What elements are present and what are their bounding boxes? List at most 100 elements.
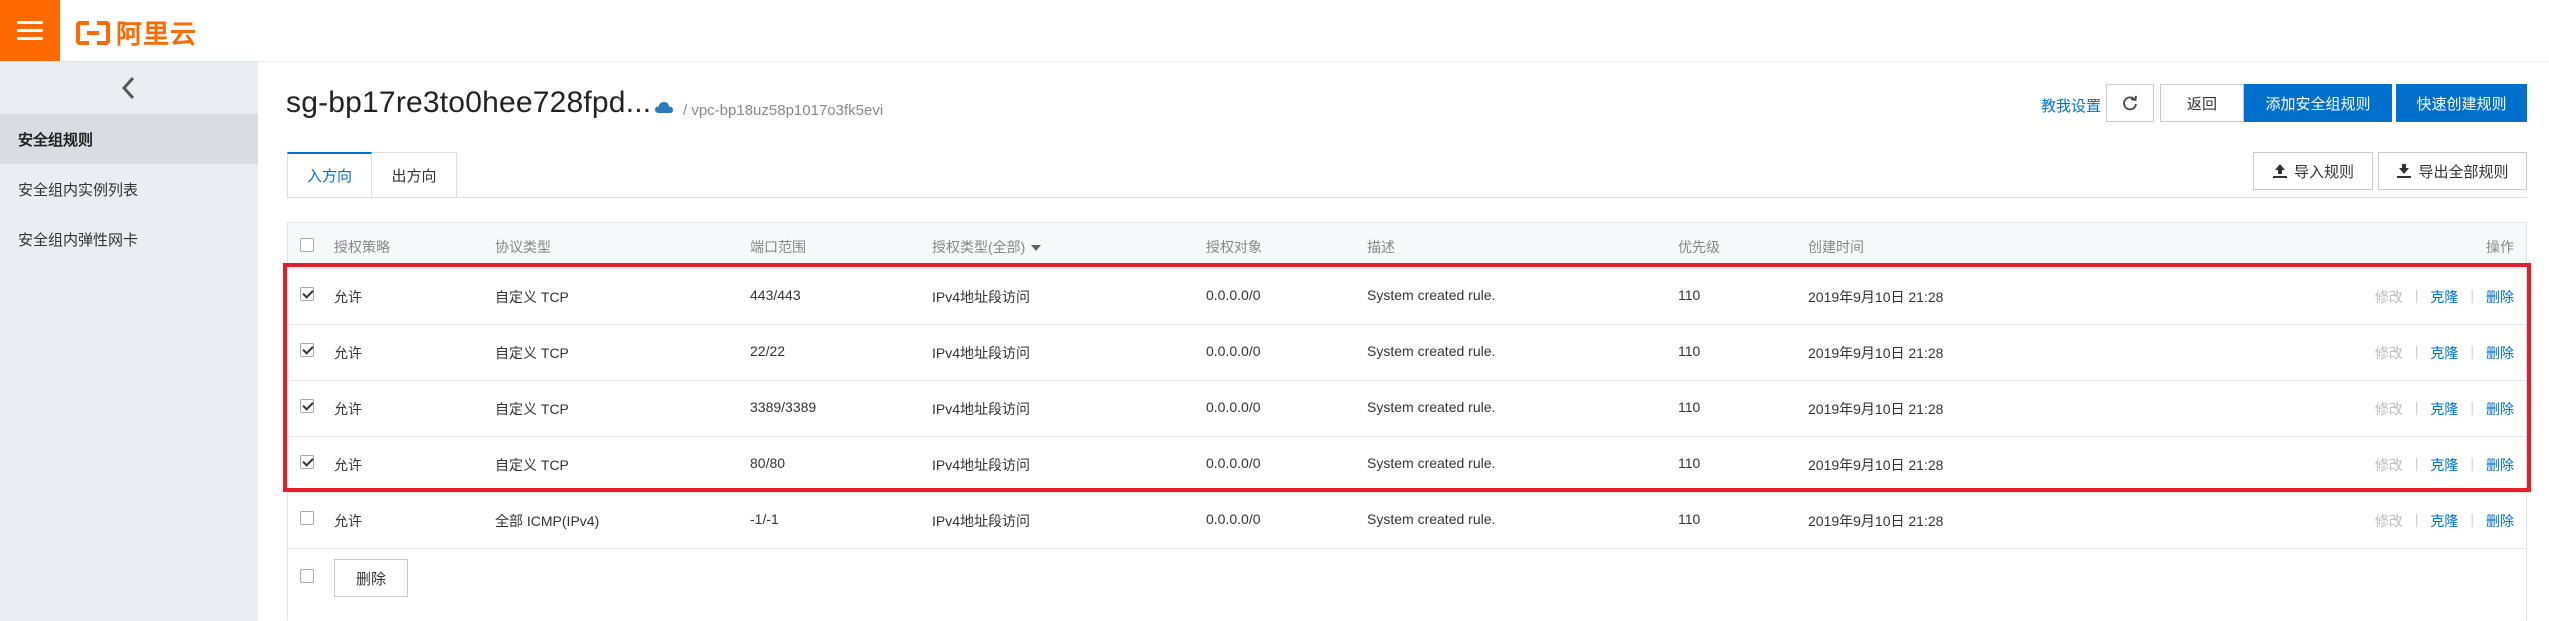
row-actions: 修改 | 克隆 | 删除 (2375, 343, 2514, 363)
cloud-icon (655, 102, 673, 113)
cell-policy: 允许 (334, 401, 362, 417)
export-rules-button[interactable]: 导出全部规则 (2378, 152, 2527, 190)
rules-table: 授权策略 协议类型 端口范围 授权类型(全部) 授权对象 描述 优先级 创建时间… (287, 222, 2527, 620)
cell-protocol: 自定义 TCP (495, 345, 569, 361)
separator: | (2414, 399, 2419, 415)
cell-priority: 110 (1678, 511, 1701, 527)
delete-link[interactable]: 删除 (2486, 287, 2514, 307)
tab-inbound[interactable]: 入方向 (287, 152, 372, 198)
cell-created: 2019年9月10日 21:28 (1808, 457, 1944, 473)
cell-protocol: 自定义 TCP (495, 401, 569, 417)
cell-created: 2019年9月10日 21:28 (1808, 513, 1944, 529)
cell-priority: 110 (1678, 287, 1701, 303)
row-checkbox[interactable] (300, 511, 314, 525)
col-port: 端口范围 (750, 239, 806, 255)
cell-policy: 允许 (334, 289, 362, 305)
cell-port: -1/-1 (750, 511, 779, 527)
back-button[interactable]: 返回 (2160, 84, 2244, 122)
separator: | (2470, 287, 2474, 303)
quick-create-button[interactable]: 快速创建规则 (2396, 84, 2527, 122)
separator: | (2470, 399, 2474, 415)
cell-port: 22/22 (750, 343, 786, 359)
sidebar-item-elastic-nic[interactable]: 安全组内弹性网卡 (0, 214, 258, 264)
clone-link[interactable]: 克隆 (2430, 455, 2458, 475)
table-row: 允许 自定义 TCP 22/22 IPv4地址段访问 0.0.0.0/0 System c… (288, 325, 2526, 381)
row-checkbox[interactable] (300, 399, 314, 413)
refresh-button[interactable] (2106, 84, 2154, 122)
cell-port: 443/443 (750, 287, 801, 303)
bulk-action-bar: 删除 (288, 549, 2526, 621)
logo-text: 阿里云 (116, 19, 198, 49)
top-bar: 阿里云 (0, 0, 2549, 62)
col-priority: 优先级 (1678, 239, 1720, 255)
aliyun-logo[interactable]: 阿里云 (76, 14, 197, 51)
edit-link: 修改 (2374, 289, 2403, 305)
cell-desc: System created rule. (1367, 343, 1496, 359)
tabs-divider (287, 197, 2527, 198)
cell-auth-object: 0.0.0.0/0 (1206, 343, 1261, 359)
aliyun-logo-mark (76, 20, 110, 45)
clone-link[interactable]: 克隆 (2430, 287, 2458, 307)
cell-auth-type: IPv4地址段访问 (932, 457, 1031, 473)
separator: | (2414, 511, 2419, 527)
delete-link[interactable]: 删除 (2486, 511, 2514, 531)
cell-desc: System created rule. (1367, 287, 1496, 303)
cell-priority: 110 (1678, 399, 1701, 415)
cell-auth-type: IPv4地址段访问 (932, 289, 1031, 305)
separator: | (2470, 455, 2474, 471)
cell-policy: 允许 (334, 345, 362, 361)
hamburger-menu-icon[interactable] (0, 0, 60, 61)
col-created: 创建时间 (1808, 239, 1864, 255)
add-rule-button[interactable]: 添加安全组规则 (2244, 84, 2392, 122)
cell-auth-object: 0.0.0.0/0 (1206, 455, 1261, 471)
back-arrow-icon[interactable] (0, 62, 258, 114)
import-rules-button[interactable]: 导入规则 (2253, 152, 2373, 190)
help-link[interactable]: 教我设置 (2041, 95, 2101, 116)
cell-policy: 允许 (334, 513, 362, 529)
cell-desc: System created rule. (1367, 399, 1496, 415)
sidebar-item-security-group-rules[interactable]: 安全组规则 (0, 114, 258, 164)
col-auth-object: 授权对象 (1206, 239, 1262, 255)
table-row: 允许 自定义 TCP 443/443 IPv4地址段访问 0.0.0.0/0 System… (288, 269, 2526, 325)
clone-link[interactable]: 克隆 (2430, 511, 2458, 531)
cell-created: 2019年9月10日 21:28 (1808, 289, 1944, 305)
page-title: sg-bp17re3to0hee728fpd... (286, 86, 652, 119)
row-checkbox[interactable] (300, 287, 314, 301)
edit-link: 修改 (2374, 457, 2403, 473)
direction-tabs: 入方向 出方向 (287, 152, 457, 198)
separator: | (2414, 287, 2419, 303)
sidebar: 安全组规则 安全组内实例列表 安全组内弹性网卡 (0, 62, 258, 621)
col-protocol: 协议类型 (495, 239, 551, 255)
clone-link[interactable]: 克隆 (2430, 399, 2458, 419)
caret-down-icon (1031, 245, 1042, 252)
download-icon (2397, 164, 2412, 178)
delete-link[interactable]: 删除 (2486, 455, 2514, 475)
select-all-footer-checkbox[interactable] (300, 569, 314, 583)
cell-created: 2019年9月10日 21:28 (1808, 345, 1944, 361)
row-checkbox[interactable] (300, 455, 314, 469)
delete-link[interactable]: 删除 (2486, 343, 2514, 363)
delete-link[interactable]: 删除 (2486, 399, 2514, 419)
vpc-id[interactable]: / vpc-bp18uz58p1017o3fk5evi (683, 102, 883, 119)
cell-protocol: 自定义 TCP (495, 457, 569, 473)
upload-icon (2272, 164, 2287, 178)
cell-desc: System created rule. (1367, 511, 1496, 527)
row-actions: 修改 | 克隆 | 删除 (2375, 287, 2514, 307)
col-auth-type-filter[interactable]: 授权类型(全部) (932, 237, 1042, 257)
row-checkbox[interactable] (300, 343, 314, 357)
cell-auth-type: IPv4地址段访问 (932, 401, 1031, 417)
select-all-checkbox[interactable] (300, 238, 314, 252)
cell-policy: 允许 (334, 457, 362, 473)
table-row: 允许 自定义 TCP 80/80 IPv4地址段访问 0.0.0.0/0 System c… (288, 437, 2526, 493)
sidebar-item-instance-list[interactable]: 安全组内实例列表 (0, 164, 258, 214)
cell-port: 3389/3389 (750, 399, 817, 415)
clone-link[interactable]: 克隆 (2430, 343, 2458, 363)
cell-port: 80/80 (750, 455, 786, 471)
row-actions: 修改 | 克隆 | 删除 (2375, 399, 2514, 419)
table-row: 允许 自定义 TCP 3389/3389 IPv4地址段访问 0.0.0.0/0 Syst… (288, 381, 2526, 437)
edit-link: 修改 (2374, 345, 2403, 361)
tab-outbound[interactable]: 出方向 (372, 152, 457, 198)
bulk-delete-button[interactable]: 删除 (334, 559, 408, 597)
separator: | (2414, 455, 2419, 471)
col-actions: 操作 (2486, 239, 2514, 255)
